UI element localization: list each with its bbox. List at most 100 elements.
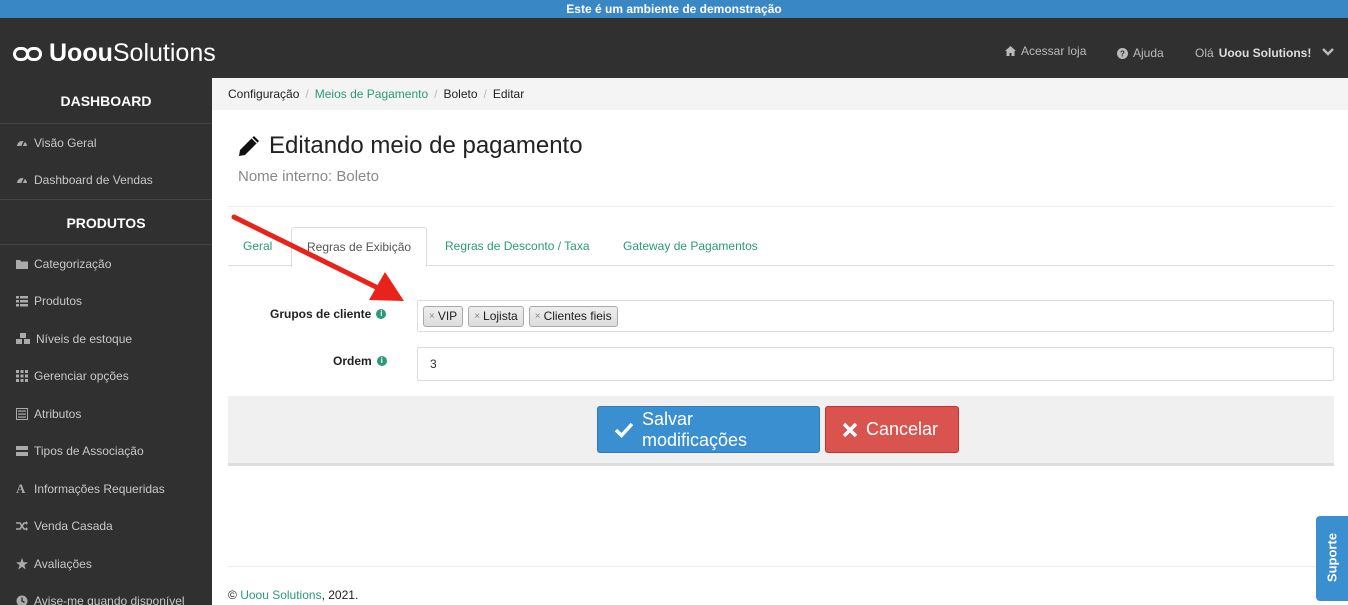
nav-greeting: Olá <box>1195 46 1214 60</box>
copyright-symbol: © <box>228 588 237 602</box>
tag-label: Clientes fieis <box>543 309 612 323</box>
breadcrumb-separator: / <box>434 87 438 101</box>
footer: © Uoou Solutions, 2021. <box>228 588 358 602</box>
tag-chip: × Lojista <box>468 305 524 327</box>
nav-store-link[interactable]: Acessar loja <box>1005 44 1086 58</box>
sidebar-item-label: Visão Geral <box>34 135 97 150</box>
svg-text:?: ? <box>1120 49 1125 58</box>
breadcrumb-separator: / <box>305 87 309 101</box>
support-tab[interactable]: Suporte <box>1316 516 1348 601</box>
footer-year: , 2021. <box>321 588 359 602</box>
tag-label: VIP <box>437 309 458 323</box>
cubes-icon <box>16 332 30 344</box>
list-alt-icon <box>16 407 28 420</box>
brand-name-bold: Uoou <box>49 39 113 67</box>
sidebar-item-label: Tipos de Associação <box>34 444 144 459</box>
tag-chip: × Clientes fieis <box>528 305 618 327</box>
breadcrumb-separator: / <box>483 87 487 101</box>
sidebar-item-label: Avise-me quando disponível <box>34 594 185 605</box>
question-circle-icon: ? <box>1117 47 1128 59</box>
sidebar-item-visao-geral[interactable]: Visão Geral <box>0 124 212 162</box>
random-icon <box>16 521 28 532</box>
server-icon <box>16 446 28 457</box>
sidebar-item-label: Categorização <box>34 256 112 271</box>
star-icon <box>16 557 28 570</box>
check-icon <box>614 422 634 438</box>
sidebar-section-dashboard: DASHBOARD <box>0 78 212 124</box>
remove-tag-icon[interactable]: × <box>535 311 541 322</box>
cancel-button-label: Cancelar <box>866 419 939 439</box>
breadcrumb-item-editar: Editar <box>492 87 525 101</box>
nav-help-label: Ajuda <box>1133 46 1164 60</box>
customer-groups-input[interactable]: × VIP × Lojista × Clientes fieis <box>417 300 1334 332</box>
home-icon <box>1005 46 1016 56</box>
demo-banner: Este é um ambiente de demonstração <box>0 0 1348 18</box>
save-button-label: Salvar modificações <box>641 408 748 450</box>
order-input[interactable] <box>417 347 1334 381</box>
tag-label: Lojista <box>483 309 518 323</box>
remove-tag-icon[interactable]: × <box>474 311 480 322</box>
sidebar-item-niveis-estoque[interactable]: Níveis de estoque <box>0 320 212 358</box>
tachometer-icon <box>17 140 27 147</box>
sidebar-item-avaliacoes[interactable]: Avaliações <box>0 545 212 583</box>
sidebar-item-produtos[interactable]: Produtos <box>0 283 212 321</box>
tab-gateway[interactable]: Gateway de Pagamentos <box>608 227 773 266</box>
font-icon: A <box>16 480 26 496</box>
nav-username: Uoou Solutions! <box>1218 46 1312 60</box>
nav-help-link[interactable]: ? Ajuda <box>1117 46 1164 60</box>
sidebar-section-produtos: PRODUTOS <box>0 199 212 245</box>
support-label: Suporte <box>1324 532 1340 583</box>
page-title-text: Editando meio de pagamento <box>269 132 583 159</box>
logo-mark-icon <box>13 42 45 64</box>
sidebar-item-venda-casada[interactable]: Venda Casada <box>0 508 212 546</box>
order-label-text: Ordem <box>333 354 372 368</box>
sidebar-item-label: Gerenciar opções <box>34 369 129 384</box>
page-subtitle: Nome interno: Boleto <box>238 168 379 185</box>
brand-name-light: Solutions <box>112 39 216 67</box>
save-button[interactable]: Salvar modificações <box>597 406 820 453</box>
sidebar-item-label: Informações Requeridas <box>34 481 165 496</box>
red-arrow-annotation <box>231 214 404 301</box>
sidebar-item-label: Venda Casada <box>34 519 113 534</box>
clock-icon <box>16 595 28 605</box>
nav-store-label: Acessar loja <box>1021 44 1087 58</box>
breadcrumb-item-boleto[interactable]: Boleto <box>443 87 477 101</box>
tachometer-icon <box>17 177 27 184</box>
sidebar-item-label: Atributos <box>34 406 82 421</box>
footer-company-link[interactable]: Uoou Solutions <box>240 588 321 602</box>
sidebar-item-avise-me[interactable]: Avise-me quando disponível <box>0 583 212 605</box>
tag-chip: × VIP <box>423 305 464 327</box>
sidebar-item-label: Produtos <box>34 294 83 309</box>
brand-logo[interactable]: Uoou Solutions <box>13 40 216 66</box>
sidebar-item-tipos-associacao[interactable]: Tipos de Associação <box>0 433 212 471</box>
sidebar-item-categorizacao[interactable]: Categorização <box>0 245 212 283</box>
sidebar-item-label: Avaliações <box>34 556 92 571</box>
footer-divider <box>228 566 1334 567</box>
sidebar-item-dashboard-vendas[interactable]: Dashboard de Vendas <box>0 162 212 200</box>
grid-icon <box>16 370 28 383</box>
info-icon[interactable]: i <box>376 309 387 319</box>
form-actions: Salvar modificações Cancelar <box>228 396 1334 466</box>
chevron-down-icon[interactable] <box>1321 45 1335 59</box>
tab-regras-desconto[interactable]: Regras de Desconto / Taxa <box>430 227 605 266</box>
sidebar-item-gerenciar-opcoes[interactable]: Gerenciar opções <box>0 358 212 396</box>
breadcrumb: Configuração / Meios de Pagamento / Bole… <box>212 78 1348 110</box>
sidebar-item-label: Dashboard de Vendas <box>34 173 153 188</box>
sidebar-item-label: Níveis de estoque <box>36 331 133 346</box>
breadcrumb-item-meios-pagamento[interactable]: Meios de Pagamento <box>315 87 428 101</box>
page-title: Editando meio de pagamento <box>237 132 583 160</box>
divider <box>228 206 1334 207</box>
nav-user-menu[interactable]: Olá Uoou Solutions! <box>1195 46 1311 60</box>
info-icon[interactable]: i <box>376 356 387 366</box>
sidebar-item-atributos[interactable]: Atributos <box>0 395 212 433</box>
sidebar: DASHBOARD Visão Geral Dashboard de Venda… <box>0 78 212 605</box>
remove-tag-icon[interactable]: × <box>429 311 435 322</box>
cancel-button[interactable]: Cancelar <box>825 406 959 453</box>
list-icon <box>16 296 28 307</box>
breadcrumb-item-configuracao[interactable]: Configuração <box>228 87 299 101</box>
order-label: Ordem i <box>333 354 387 368</box>
sidebar-item-informacoes-requeridas[interactable]: A Informações Requeridas <box>0 470 212 508</box>
pencil-icon <box>239 136 259 156</box>
close-icon <box>842 422 858 437</box>
folder-icon <box>16 259 28 269</box>
